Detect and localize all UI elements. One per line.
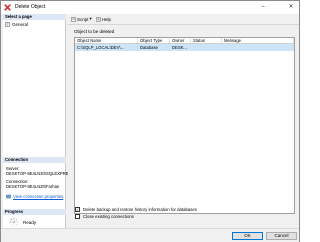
script-button[interactable]: Script ▾ <box>71 16 92 22</box>
delete-backup-history-checkbox[interactable]: ✓ <box>75 207 80 212</box>
delete-backup-history-label: Delete backup and restore history inform… <box>83 207 197 212</box>
close-connections-checkbox[interactable] <box>75 214 80 219</box>
view-connection-properties-label: View connection properties <box>13 194 64 199</box>
select-page-header: Select a page <box>3 14 66 20</box>
minimize-button[interactable]: – <box>257 2 269 12</box>
close-connections-label: Close existing connections <box>83 214 134 219</box>
left-pane: Select a page General Connection Server:… <box>3 14 69 240</box>
help-label: Help <box>101 16 112 22</box>
main-pane: Script ▾ Help Object to be deleted Objec… <box>68 14 299 228</box>
object-to-delete-label: Object to be deleted <box>74 29 115 34</box>
ok-button[interactable]: OK <box>232 232 263 240</box>
page-icon <box>5 21 10 27</box>
properties-icon <box>6 194 11 199</box>
toolbar: Script ▾ Help <box>68 14 299 25</box>
connection-value: DESKTOP-9E4LN30\Farhan <box>6 184 60 189</box>
delete-backup-history-option[interactable]: ✓ Delete backup and restore history info… <box>75 207 197 212</box>
owner-cell: DESK... <box>172 45 187 50</box>
delete-x-icon <box>4 4 11 11</box>
help-icon <box>96 16 101 22</box>
window-title: Delete Object <box>15 4 46 10</box>
script-label: Script <box>77 16 89 22</box>
script-icon <box>71 16 76 22</box>
column-header[interactable]: Owner <box>170 38 191 43</box>
delete-object-dialog: Delete Object – ✕ Select a page General … <box>0 0 300 242</box>
help-button[interactable]: Help <box>96 17 111 22</box>
progress-spinner-icon <box>9 217 19 227</box>
chevron-down-icon: ▾ <box>89 16 92 21</box>
column-header[interactable]: Status <box>191 38 222 43</box>
column-header[interactable]: Message <box>222 38 294 43</box>
message-cell <box>222 44 294 51</box>
column-header[interactable]: Object Name <box>75 38 138 43</box>
close-connections-option[interactable]: Close existing connections <box>75 214 134 219</box>
view-connection-properties-link[interactable]: View connection properties <box>6 194 63 199</box>
progress-status-label: Ready <box>23 219 37 225</box>
table-row[interactable]: C:\SQLP_LOCAL\DEV\... Database DESK... <box>75 44 294 51</box>
progress-status: Ready <box>9 217 36 227</box>
object-name-cell: C:\SQLP_LOCAL\DEV\... <box>77 45 125 50</box>
page-item-label: General <box>12 21 29 27</box>
dialog-footer: OK Cancel <box>1 228 299 242</box>
server-value: DESKTOP-9E4LN30\SQLEXPRE <box>6 171 69 176</box>
page-item-general[interactable]: General <box>5 21 28 27</box>
connection-header: Connection <box>3 157 66 163</box>
column-header[interactable]: Object Type <box>138 38 170 43</box>
close-button[interactable]: ✕ <box>285 2 297 12</box>
progress-header: Progress <box>3 209 66 215</box>
cancel-button[interactable]: Cancel <box>266 232 297 240</box>
object-type-cell: Database <box>140 45 158 50</box>
object-grid: Object Name Object Type Owner Status Mes… <box>74 37 295 214</box>
title-bar: Delete Object – ✕ <box>1 1 299 14</box>
status-cell <box>191 44 222 51</box>
